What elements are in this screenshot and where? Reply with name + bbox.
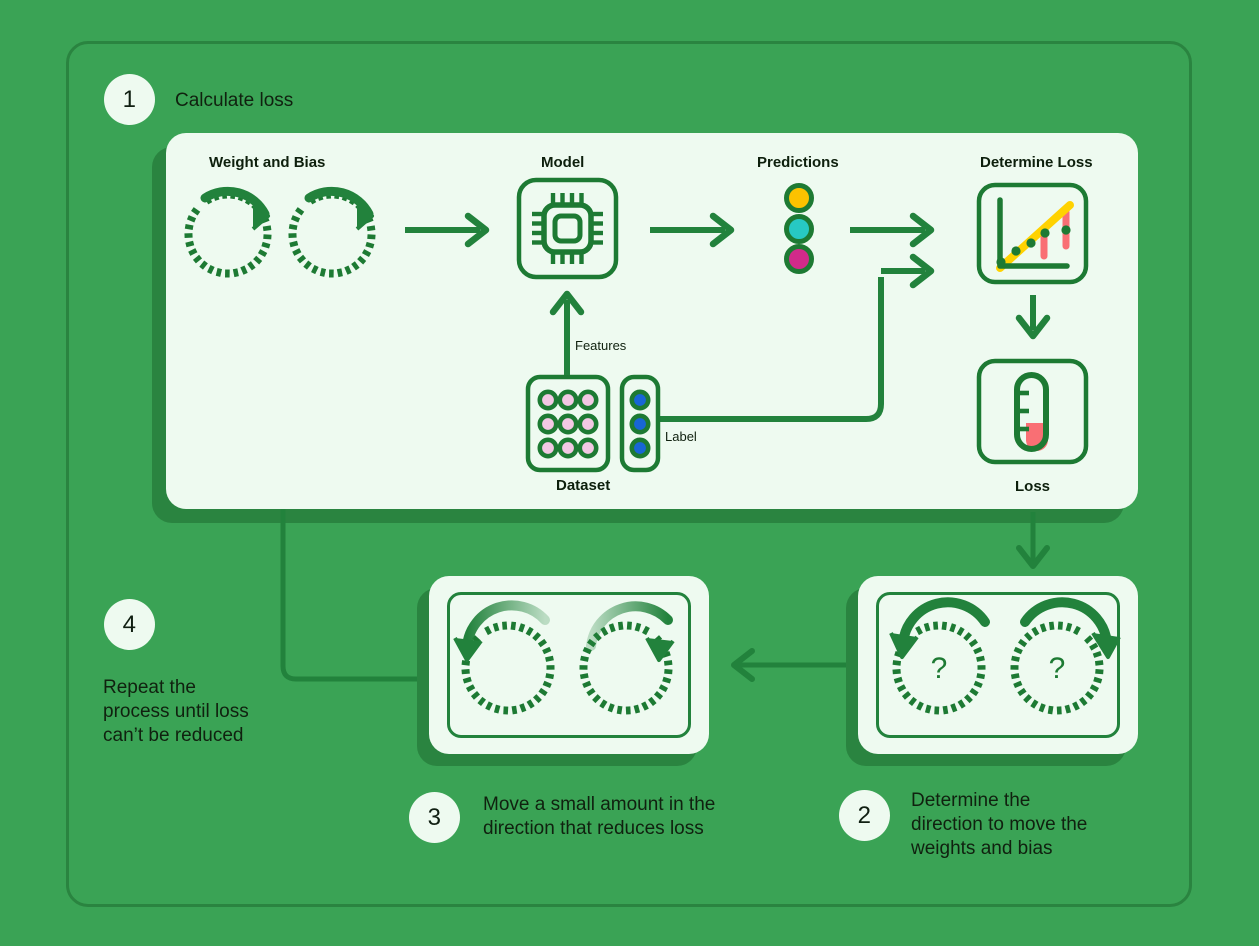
step-badge-1: 1 [104, 74, 155, 125]
stage1-panel [166, 133, 1138, 509]
header-model: Model [541, 154, 585, 171]
step-description-4: Repeat the process until loss can’t be r… [103, 677, 249, 746]
header-weight-and-bias: Weight and Bias [209, 154, 326, 171]
step-badge-4: 4 [104, 599, 155, 650]
step-badge-3: 3 [409, 792, 460, 843]
stage3-inner-frame [447, 592, 691, 738]
header-determine-loss: Determine Loss [980, 154, 1093, 171]
edge-label-label: Label [665, 429, 697, 444]
edge-label-features: Features [575, 338, 627, 353]
diagram-canvas: Weight and Bias Model Predictions Determ… [0, 0, 1259, 946]
header-predictions: Predictions [757, 154, 839, 171]
step-badge-2: 2 [839, 790, 890, 841]
footer-dataset: Dataset [556, 477, 611, 494]
step-description-3: Move a small amount in the direction tha… [483, 794, 716, 839]
stage2-inner-frame [876, 592, 1120, 738]
footer-loss: Loss [1015, 478, 1051, 495]
step-title-1: Calculate loss [175, 90, 294, 111]
step-description-2: Determine the direction to move the weig… [911, 790, 1088, 859]
